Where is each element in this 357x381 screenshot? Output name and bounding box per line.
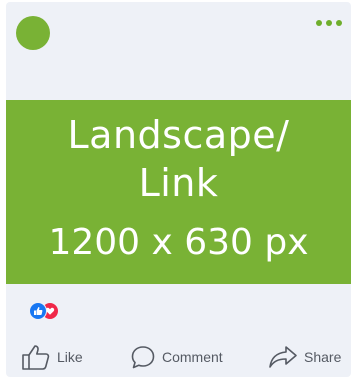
- like-button[interactable]: Like: [21, 340, 83, 374]
- thumbs-up-icon: [22, 345, 50, 370]
- more-dot: [336, 20, 342, 26]
- comment-icon: [131, 346, 155, 369]
- avatar[interactable]: [16, 16, 50, 50]
- banner-dimensions: 1200 x 630 px: [48, 222, 309, 263]
- comment-button[interactable]: Comment: [130, 340, 223, 374]
- comment-label: Comment: [162, 349, 223, 365]
- post-card: Landscape/ Link 1200 x 630 px Like Comme…: [6, 2, 351, 377]
- share-label: Share: [304, 349, 342, 365]
- share-button[interactable]: Share: [268, 340, 341, 374]
- post-actions: Like Comment Share: [6, 340, 351, 377]
- like-label: Like: [57, 349, 83, 365]
- more-icon[interactable]: [316, 17, 346, 29]
- banner-line-1: Landscape/: [67, 113, 290, 157]
- reactions-summary[interactable]: [29, 302, 65, 320]
- more-dot: [316, 20, 322, 26]
- banner-line-2: Link: [138, 161, 219, 205]
- share-icon: [269, 346, 297, 368]
- post-image-banner[interactable]: Landscape/ Link 1200 x 630 px: [6, 100, 351, 284]
- like-reaction-icon: [29, 302, 47, 320]
- more-dot: [326, 20, 332, 26]
